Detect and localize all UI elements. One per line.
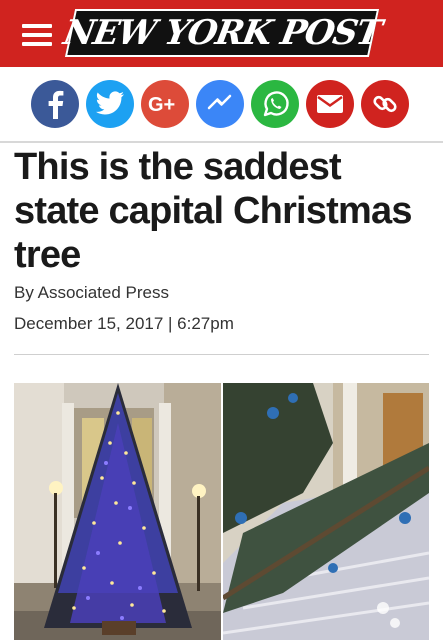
top-bar: NEW YORK POST: [0, 0, 443, 67]
twitter-icon: [96, 91, 124, 115]
twitter-share-button[interactable]: [86, 80, 134, 128]
email-icon: [317, 95, 343, 113]
messenger-icon: [207, 94, 232, 110]
link-icon: [373, 95, 397, 113]
fallen-tree-image: [223, 383, 429, 640]
logo-text: NEW YORK POST: [60, 13, 384, 53]
svg-text:G+: G+: [148, 94, 175, 115]
divider: [14, 354, 429, 355]
copy-link-share-button[interactable]: [361, 80, 409, 128]
christmas-tree-image: [14, 383, 221, 640]
article-date: December 15, 2017 | 6:27pm: [14, 314, 234, 333]
article-headline: This is the saddest state capital Christ…: [14, 146, 412, 276]
messenger-share-button[interactable]: [196, 80, 244, 128]
fallen-tree-photo[interactable]: [223, 383, 429, 640]
facebook-share-button[interactable]: [31, 80, 79, 128]
google-plus-icon: G+: [148, 94, 175, 115]
share-bar: G+: [0, 67, 443, 143]
christmas-tree-photo[interactable]: [14, 383, 221, 640]
article-byline[interactable]: By Associated Press: [14, 283, 169, 303]
google-plus-share-button[interactable]: G+: [141, 80, 189, 128]
email-share-button[interactable]: [306, 80, 354, 128]
logo[interactable]: NEW YORK POST: [60, 9, 384, 57]
facebook-icon: [48, 90, 64, 119]
menu-icon[interactable]: [22, 24, 52, 46]
whatsapp-share-button[interactable]: [251, 80, 299, 128]
whatsapp-icon: [263, 91, 289, 117]
